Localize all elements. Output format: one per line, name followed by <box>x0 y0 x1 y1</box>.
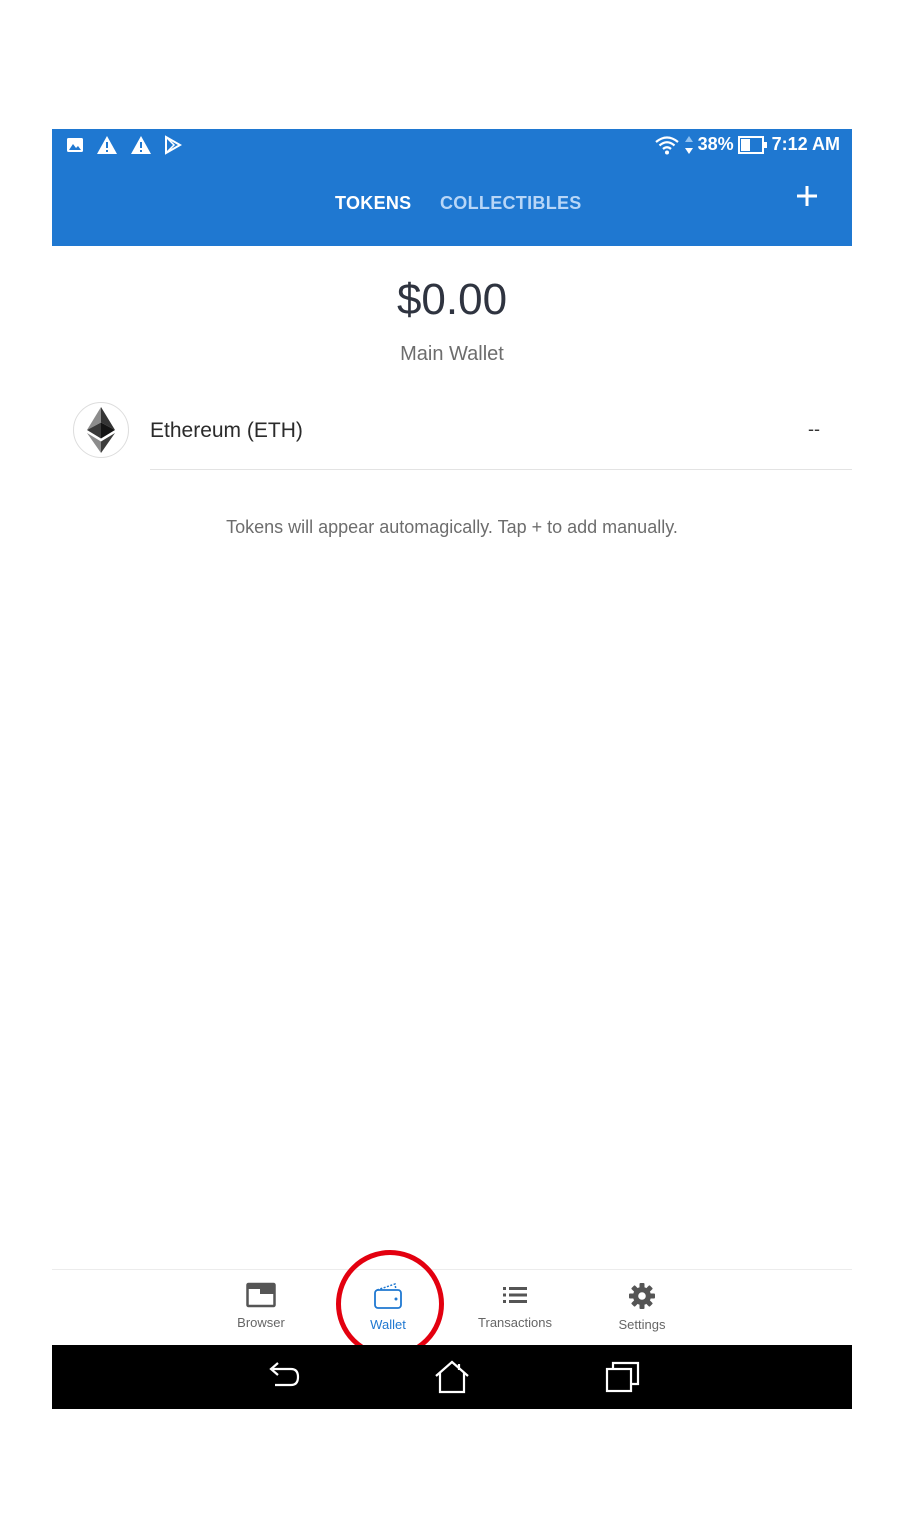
wallet-icon <box>374 1283 402 1309</box>
image-icon <box>67 138 83 152</box>
tab-tokens[interactable]: TOKENS <box>335 193 411 214</box>
back-icon <box>269 1362 300 1387</box>
empty-tokens-hint: Tokens will appear automagically. Tap + … <box>226 517 678 537</box>
status-bar: 38% 7:12 AM <box>52 129 852 161</box>
plus-icon <box>797 186 817 206</box>
battery-icon <box>737 135 767 154</box>
data-transfer-icon <box>684 135 693 154</box>
token-value: -- <box>808 419 820 439</box>
play-store-icon <box>165 135 182 155</box>
clock: 7:12 AM <box>771 134 840 154</box>
nav-settings[interactable]: Settings <box>587 1282 697 1332</box>
add-token-button[interactable] <box>792 181 822 211</box>
nav-label: Browser <box>237 1315 285 1330</box>
warning-icon <box>131 136 151 154</box>
list-icon <box>503 1287 527 1303</box>
nav-label: Transactions <box>478 1315 552 1330</box>
wallet-name: Main Wallet <box>400 343 504 365</box>
status-notification-icons <box>66 135 182 155</box>
token-name: Ethereum (ETH) <box>150 419 303 442</box>
token-row-ethereum[interactable]: Ethereum (ETH) -- <box>52 399 852 471</box>
warning-icon <box>97 136 117 154</box>
ethereum-logo-icon <box>73 402 129 458</box>
back-button[interactable] <box>263 1359 303 1395</box>
gear-icon <box>629 1283 655 1309</box>
wallet-balance: $0.00 <box>396 275 508 324</box>
nav-transactions[interactable]: Transactions <box>460 1282 570 1330</box>
nav-label: Settings <box>618 1317 666 1332</box>
nav-label: Wallet <box>370 1317 406 1332</box>
browser-icon <box>246 1282 276 1308</box>
app-screen: 38% 7:12 AM TOKENS COLLECTIBLES $0.00 Ma… <box>52 129 852 1409</box>
nav-wallet[interactable]: Wallet <box>333 1282 443 1332</box>
battery-percent: 38% <box>697 134 734 154</box>
wifi-icon <box>654 135 679 154</box>
recents-button[interactable] <box>603 1359 643 1395</box>
recents-icon <box>605 1361 640 1393</box>
tab-collectibles[interactable]: COLLECTIBLES <box>440 193 582 214</box>
home-icon <box>435 1360 469 1394</box>
system-navigation-bar <box>52 1345 852 1409</box>
nav-browser[interactable]: Browser <box>206 1282 316 1330</box>
bottom-navigation: Browser Wallet Transactions Settings <box>52 1270 852 1345</box>
divider <box>150 469 852 470</box>
status-system-info: 38% 7:12 AM <box>654 134 840 155</box>
home-button[interactable] <box>432 1359 472 1395</box>
app-header: TOKENS COLLECTIBLES <box>52 161 852 246</box>
